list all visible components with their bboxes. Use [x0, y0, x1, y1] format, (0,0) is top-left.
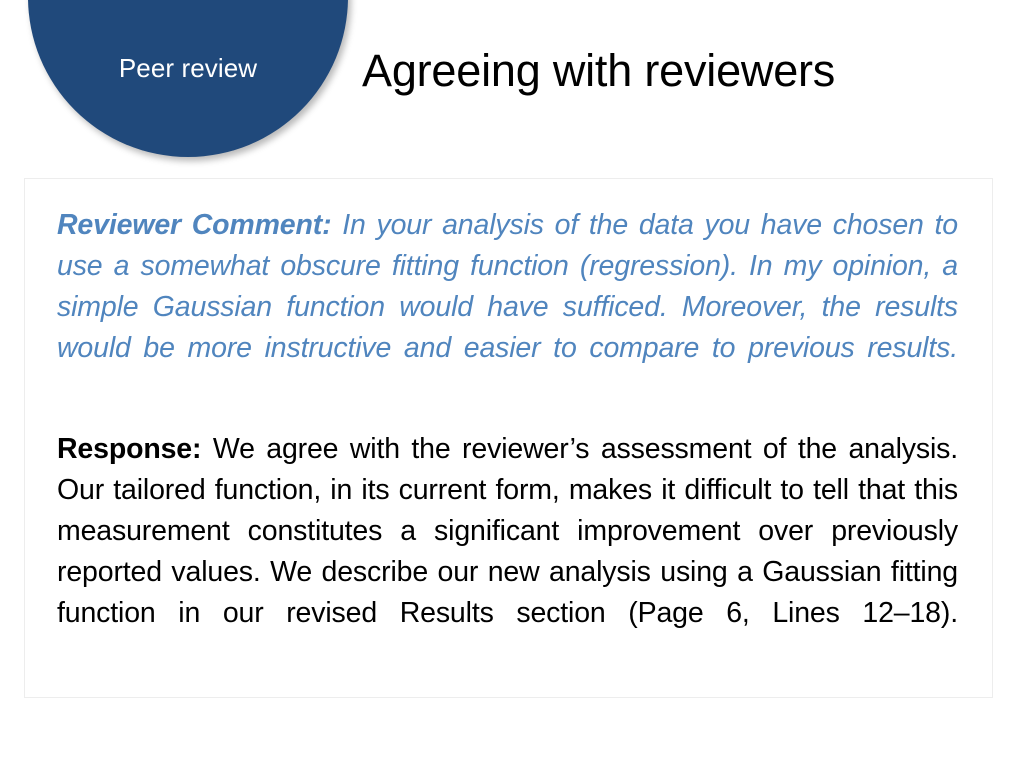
slide-canvas: Peer review Agreeing with reviewers Revi… — [0, 0, 1024, 768]
page-title: Agreeing with reviewers — [362, 45, 836, 96]
peer-review-badge: Peer review — [28, 0, 348, 157]
slide-header: Peer review Agreeing with reviewers — [0, 0, 1024, 175]
reviewer-comment-paragraph: Reviewer Comment: In your analysis of th… — [57, 205, 958, 410]
content-panel: Reviewer Comment: In your analysis of th… — [24, 178, 993, 698]
peer-review-badge-label: Peer review — [118, 53, 258, 83]
response-paragraph: Response: We agree with the reviewer’s a… — [57, 429, 958, 675]
reviewer-comment-label: Reviewer Comment: — [57, 209, 332, 241]
response-label: Response: — [57, 433, 202, 465]
